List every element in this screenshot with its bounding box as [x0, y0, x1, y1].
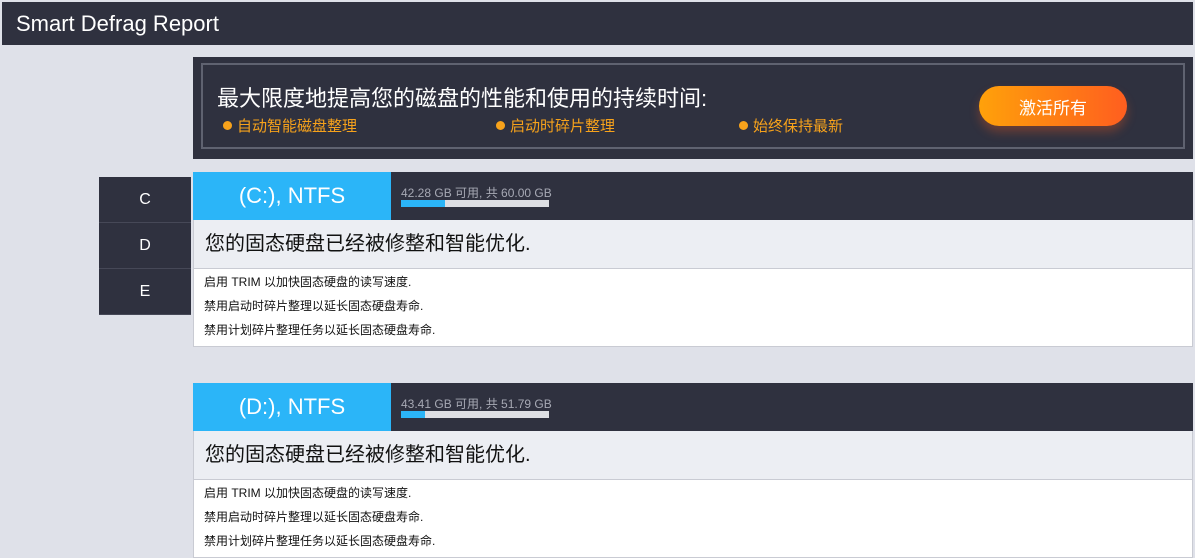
feature-label: 自动智能磁盘整理	[237, 118, 358, 135]
tab-drive-e[interactable]: E	[99, 269, 191, 315]
tab-drive-d[interactable]: D	[99, 223, 191, 269]
usage-bar-fill	[401, 200, 445, 207]
activate-all-button[interactable]: 激活所有	[979, 86, 1127, 126]
list-item: 禁用计划碎片整理任务以延长固态硬盘寿命.	[204, 534, 436, 548]
feature-item: 自动智能磁盘整理	[223, 115, 357, 136]
drive-status: 您的固态硬盘已经被修整和智能优化.	[193, 220, 1193, 269]
optimization-list: 启用 TRIM 以加快固态硬盘的读写速度. 禁用启动时碎片整理以延长固态硬盘寿命…	[193, 480, 1193, 558]
bullet-icon	[739, 121, 748, 130]
drive-space-info: 43.41 GB 可用, 共 51.79 GB	[401, 397, 552, 411]
drive-space-info: 42.28 GB 可用, 共 60.00 GB	[401, 186, 552, 200]
list-item: 禁用启动时碎片整理以延长固态硬盘寿命.	[204, 510, 424, 524]
drive-card-c: (C:), NTFS 42.28 GB 可用, 共 60.00 GB 您的固态硬…	[193, 172, 1193, 347]
feature-item: 始终保持最新	[739, 115, 843, 136]
feature-label: 始终保持最新	[753, 118, 844, 135]
bullet-icon	[496, 121, 505, 130]
promo-banner: 最大限度地提高您的磁盘的性能和使用的持续时间: 自动智能磁盘整理 启动时碎片整理…	[193, 57, 1193, 159]
drive-tabs: C D E	[99, 177, 191, 315]
drive-name: (C:), NTFS	[193, 172, 391, 220]
usage-bar-fill	[401, 411, 425, 418]
drive-card-d: (D:), NTFS 43.41 GB 可用, 共 51.79 GB 您的固态硬…	[193, 383, 1193, 558]
bullet-icon	[223, 121, 232, 130]
promo-headline: 最大限度地提高您的磁盘的性能和使用的持续时间:	[217, 86, 708, 111]
optimization-list: 启用 TRIM 以加快固态硬盘的读写速度. 禁用启动时碎片整理以延长固态硬盘寿命…	[193, 269, 1193, 347]
tab-drive-c[interactable]: C	[99, 177, 191, 223]
list-item: 启用 TRIM 以加快固态硬盘的读写速度.	[204, 486, 412, 500]
list-item: 启用 TRIM 以加快固态硬盘的读写速度.	[204, 275, 412, 289]
usage-bar	[401, 200, 549, 207]
feature-item: 启动时碎片整理	[496, 115, 615, 136]
usage-bar	[401, 411, 549, 418]
feature-label: 启动时碎片整理	[510, 118, 616, 135]
drive-status: 您的固态硬盘已经被修整和智能优化.	[193, 431, 1193, 480]
list-item: 禁用计划碎片整理任务以延长固态硬盘寿命.	[204, 323, 436, 337]
drive-name: (D:), NTFS	[193, 383, 391, 431]
window-title: Smart Defrag Report	[2, 2, 1193, 45]
list-item: 禁用启动时碎片整理以延长固态硬盘寿命.	[204, 299, 424, 313]
